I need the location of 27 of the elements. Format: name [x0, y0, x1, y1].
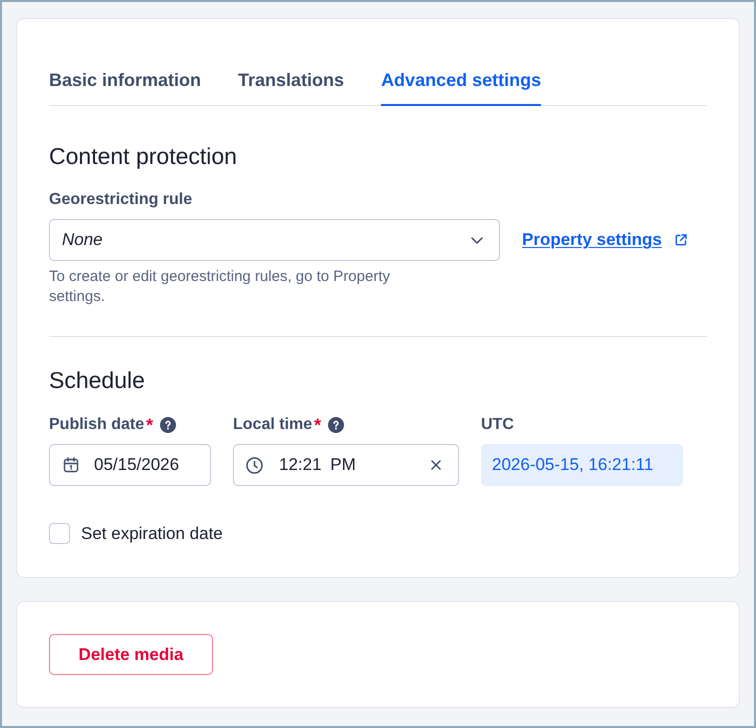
checkbox-label: Set expiration date	[81, 523, 223, 545]
close-icon[interactable]	[431, 460, 441, 470]
georestricting-rule-select[interactable]: None	[49, 219, 500, 261]
help-text: To create or edit georestricting rules, go to Property settings.	[49, 267, 392, 307]
field-label: Georestricting rule	[49, 190, 194, 210]
help-icon[interactable]	[328, 417, 344, 433]
tab[interactable]: Advanced settings	[381, 68, 542, 106]
section-heading: Content protection	[49, 142, 238, 170]
tab[interactable]: Basic information	[49, 68, 202, 106]
field-label: Local time	[233, 415, 312, 435]
property-settings-link[interactable]: Property settings	[522, 227, 687, 253]
delete-media-button[interactable]: Delete media	[49, 634, 213, 675]
required-mark: *	[146, 414, 154, 436]
checkbox[interactable]	[49, 523, 70, 544]
field-label: UTC	[481, 415, 514, 435]
clock-icon	[246, 456, 263, 474]
calendar-icon	[63, 457, 79, 473]
external-link-icon	[674, 234, 687, 246]
required-mark: *	[314, 414, 322, 436]
section-heading: Schedule	[49, 366, 146, 394]
help-icon[interactable]	[160, 417, 176, 433]
local-time-field[interactable]: 12:21 PM	[233, 444, 459, 486]
tab[interactable]: Translations	[238, 68, 344, 106]
publish-date-field[interactable]: 05/15/2026	[49, 444, 211, 486]
chevron-down-icon	[471, 236, 483, 244]
utc-time-readout: 2026-05-15, 16:21:11	[481, 444, 683, 486]
field-label: Publish date	[49, 415, 144, 435]
